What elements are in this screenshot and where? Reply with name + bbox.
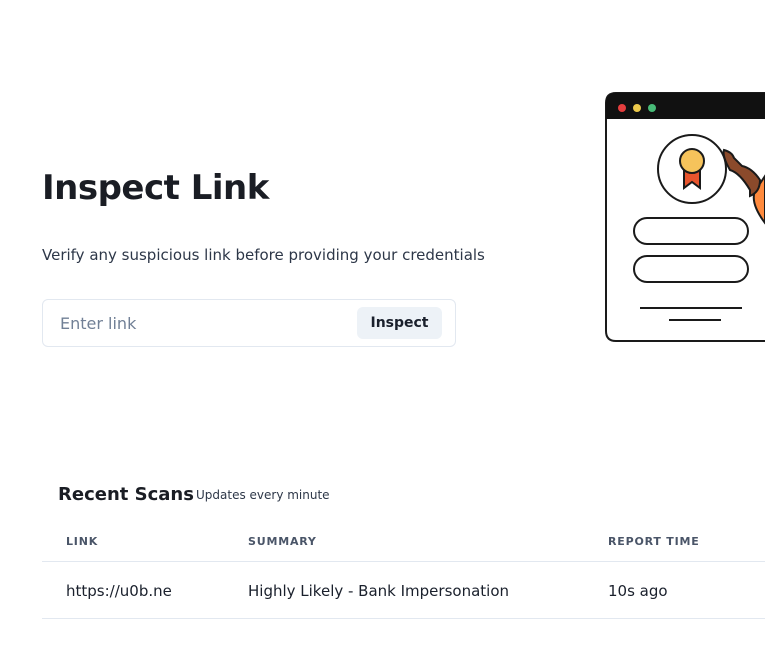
- table-divider: [42, 561, 765, 562]
- window-titlebar: [606, 93, 765, 119]
- recent-scans-note: Updates every minute: [196, 488, 330, 502]
- column-header-link: LINK: [66, 535, 99, 548]
- page: Inspect Link Verify any suspicious link …: [0, 0, 765, 658]
- link-search-box: Inspect: [42, 299, 456, 347]
- page-title: Inspect Link: [42, 168, 269, 208]
- badge-medal: [679, 148, 705, 174]
- row-link[interactable]: https://u0b.ne: [66, 582, 172, 600]
- window-dot-red: [618, 104, 626, 112]
- column-header-summary: SUMMARY: [248, 535, 317, 548]
- table-divider: [42, 618, 765, 619]
- link-input[interactable]: [44, 301, 344, 345]
- row-summary: Highly Likely - Bank Impersonation: [248, 582, 510, 600]
- certificate-illustration-icon: [605, 92, 765, 342]
- illustration-field-2: [633, 255, 749, 283]
- window-dot-yellow: [633, 104, 641, 112]
- window-dot-green: [648, 104, 656, 112]
- inspect-button[interactable]: Inspect: [357, 307, 442, 339]
- illustration-field-1: [633, 217, 749, 245]
- column-header-report-time: REPORT TIME: [608, 535, 700, 548]
- page-subtitle: Verify any suspicious link before provid…: [42, 246, 485, 264]
- row-report-time: 10s ago: [608, 582, 668, 600]
- recent-scans-title: Recent Scans: [58, 484, 194, 505]
